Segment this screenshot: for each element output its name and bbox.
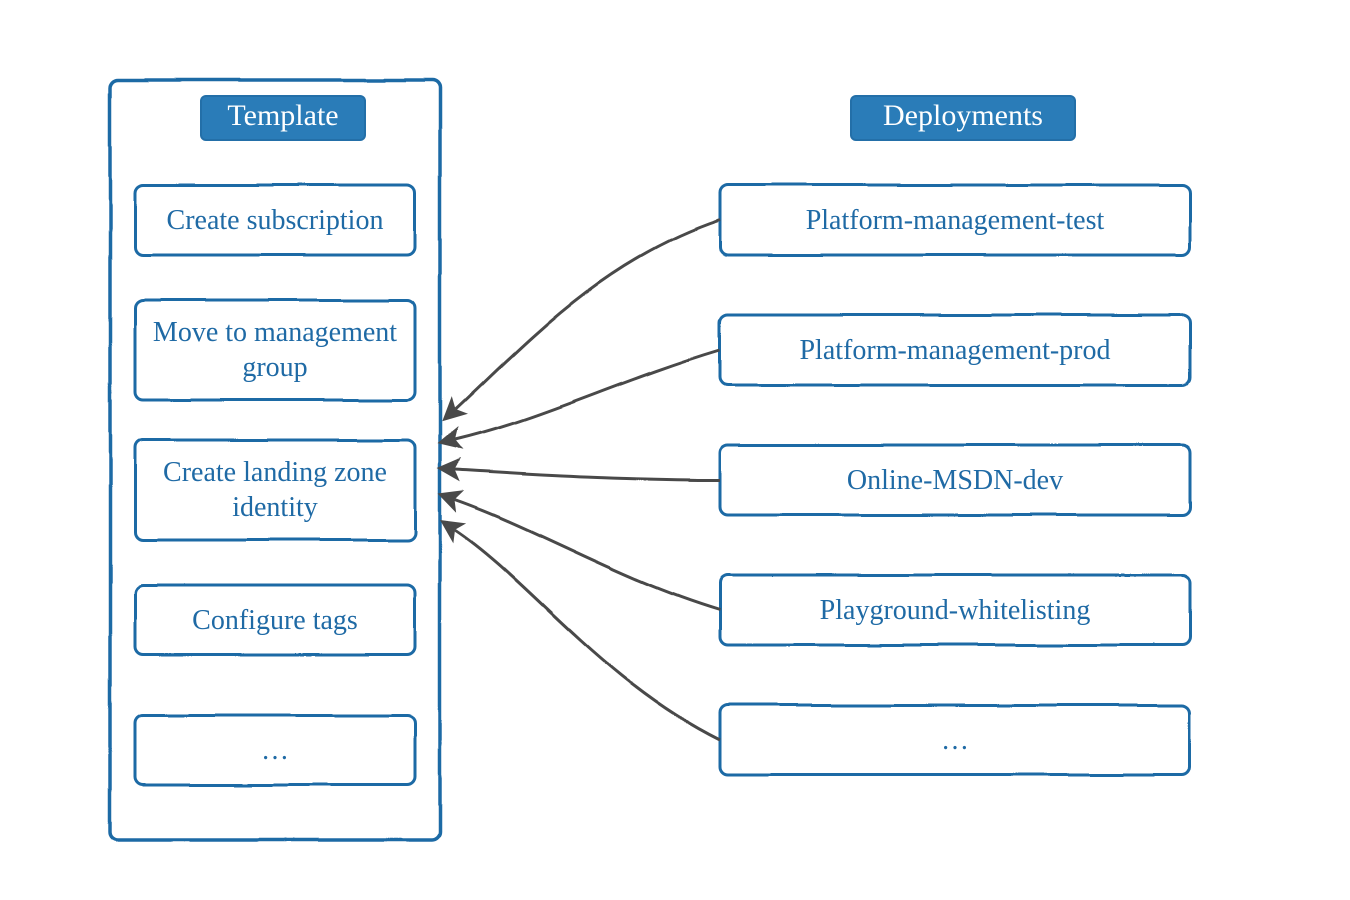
arrow (455, 350, 720, 440)
deployment-item-label: Online-MSDN-dev (720, 445, 1190, 515)
template-item-label: Move to management group (135, 300, 415, 400)
arrow (455, 470, 720, 480)
template-title: Template (200, 95, 366, 141)
template-item-label: Create subscription (135, 185, 415, 255)
arrow (455, 220, 720, 410)
deployment-item-label: … (720, 705, 1190, 775)
arrow (455, 500, 720, 610)
deployment-item-label: Platform-management-test (720, 185, 1190, 255)
deployment-item-label: Platform-management-prod (720, 315, 1190, 385)
arrows-group (455, 220, 720, 740)
template-item-label: … (135, 715, 415, 785)
arrow (455, 530, 720, 740)
deployment-item-label: Playground-whitelisting (720, 575, 1190, 645)
deployments-title: Deployments (850, 95, 1076, 141)
template-item-label: Create landing zone identity (135, 440, 415, 540)
template-item-label: Configure tags (135, 585, 415, 655)
diagram-canvas: Template Deployments Create subscription… (0, 0, 1350, 900)
